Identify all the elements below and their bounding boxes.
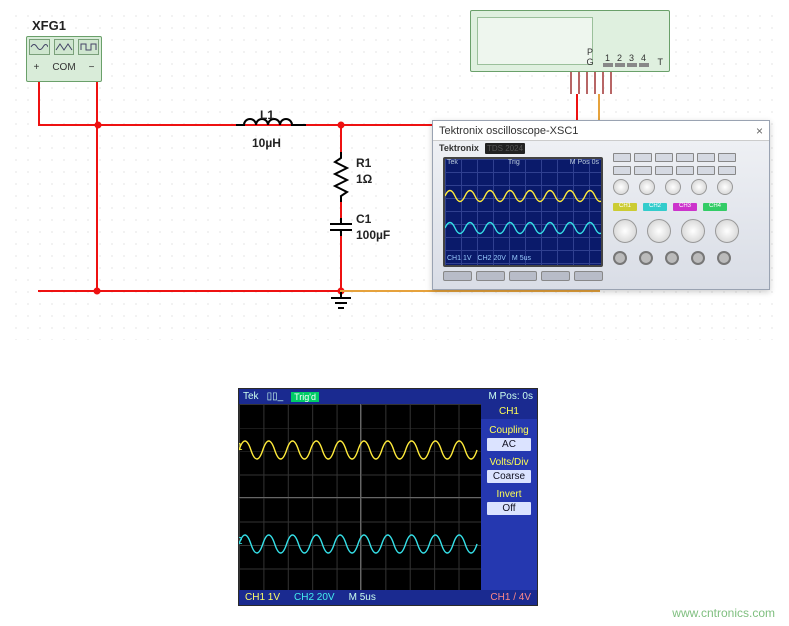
l1-ref: L1 bbox=[260, 108, 274, 122]
xfg1-minus: − bbox=[89, 62, 95, 73]
scope-control-panel[interactable]: CH1 CH2 CH3 CH4 bbox=[613, 153, 763, 283]
r1-ref: R1 bbox=[356, 156, 371, 170]
bnc-ch1[interactable] bbox=[613, 251, 627, 265]
mini-top-tek: Tek bbox=[447, 159, 458, 169]
big-bot-ch2: CH2 20V bbox=[294, 592, 335, 603]
big-top-tek: Tek bbox=[243, 391, 259, 402]
scope-probe-pins bbox=[570, 72, 612, 94]
big-trace-ch1 bbox=[239, 432, 481, 468]
capacitor-c1 bbox=[326, 218, 356, 238]
scope-soft-buttons[interactable] bbox=[443, 271, 603, 285]
position-knob[interactable] bbox=[639, 179, 655, 195]
scope-window-title: Tektronix oscilloscope-XSC1 bbox=[439, 125, 578, 137]
position-knob[interactable] bbox=[665, 179, 681, 195]
bnc-ext[interactable] bbox=[717, 251, 731, 265]
position-knob[interactable] bbox=[717, 179, 733, 195]
scale-knob[interactable] bbox=[681, 219, 705, 243]
scope-device-screen bbox=[477, 17, 593, 65]
wave-sine-icon[interactable] bbox=[29, 39, 50, 55]
wave-triangle-icon[interactable] bbox=[54, 39, 75, 55]
big-trace-ch2 bbox=[239, 526, 481, 562]
position-knob[interactable] bbox=[613, 179, 629, 195]
big-bot-time: M 5us bbox=[349, 592, 376, 603]
wire-node bbox=[338, 122, 345, 129]
big-scope-status-top: Tek ▯▯_ Trig'd M Pos: 0s bbox=[239, 389, 537, 404]
scope-t-label: T bbox=[658, 57, 664, 67]
wire bbox=[38, 82, 40, 124]
xfg1-label: XFG1 bbox=[32, 18, 66, 33]
wire bbox=[340, 236, 342, 252]
bnc-ch4[interactable] bbox=[691, 251, 705, 265]
scope-pg-label: P G bbox=[586, 47, 593, 67]
mini-bot-ch2: CH2 20V bbox=[478, 255, 506, 265]
mini-trace-ch2 bbox=[445, 217, 601, 239]
oscilloscope-screenshot: Tek ▯▯_ Trig'd M Pos: 0s CH1 Coupling AC… bbox=[238, 388, 538, 606]
side-coupling-value[interactable]: AC bbox=[487, 438, 531, 451]
wire bbox=[340, 124, 342, 154]
wire bbox=[96, 124, 98, 292]
position-knob[interactable] bbox=[691, 179, 707, 195]
bnc-ch3[interactable] bbox=[665, 251, 679, 265]
side-invert-value[interactable]: Off bbox=[487, 502, 531, 515]
side-volts-label: Volts/Div bbox=[481, 457, 537, 468]
scale-knob[interactable] bbox=[613, 219, 637, 243]
wire bbox=[306, 124, 434, 126]
side-invert-label: Invert bbox=[481, 489, 537, 500]
r1-value: 1Ω bbox=[356, 172, 372, 186]
close-icon[interactable]: × bbox=[756, 124, 763, 138]
big-top-trigd: Trig'd bbox=[291, 392, 319, 402]
resistor-r1 bbox=[331, 152, 351, 202]
mini-bot-time: M 5us bbox=[512, 255, 531, 265]
schematic-canvas: XFG1 + COM − P G 1234 T bbox=[0, 0, 789, 626]
big-scope-status-bottom: CH1 1V CH2 20V M 5us CH1 / 4V bbox=[239, 590, 537, 605]
wire bbox=[38, 124, 234, 126]
scale-knob[interactable] bbox=[715, 219, 739, 243]
xfg1-plus: + bbox=[33, 62, 39, 73]
wire-node bbox=[94, 288, 101, 295]
big-top-mpos: M Pos: 0s bbox=[489, 391, 533, 402]
mini-top-pos: M Pos 0s bbox=[570, 159, 599, 169]
ground-symbol bbox=[329, 292, 353, 312]
oscilloscope-window[interactable]: Tektronix oscilloscope-XSC1 × Tektronix … bbox=[432, 120, 770, 290]
big-scope-plot: 1 2 bbox=[239, 404, 481, 590]
oscilloscope-device[interactable]: P G 1234 T bbox=[470, 10, 670, 72]
scope-channel-nums: 1234 bbox=[602, 53, 650, 67]
l1-value: 10µH bbox=[252, 136, 281, 150]
big-bot-trig: CH1 / 4V bbox=[490, 592, 531, 603]
mini-top-trig: Trig bbox=[508, 159, 520, 169]
big-bot-ch1: CH1 1V bbox=[245, 592, 280, 603]
probe-wire bbox=[340, 290, 600, 292]
scope-brand: Tektronix bbox=[439, 143, 479, 153]
side-coupling-label: Coupling bbox=[481, 425, 537, 436]
scope-window-titlebar[interactable]: Tektronix oscilloscope-XSC1 × bbox=[433, 121, 769, 141]
xfg1-com: COM bbox=[52, 62, 75, 73]
side-header: CH1 bbox=[481, 404, 537, 419]
scale-knob[interactable] bbox=[647, 219, 671, 243]
bnc-ch2[interactable] bbox=[639, 251, 653, 265]
c1-value: 100µF bbox=[356, 228, 390, 242]
mini-bot-ch1: CH1 1V bbox=[447, 255, 472, 265]
run-stop-icon: ▯▯_ bbox=[267, 391, 284, 402]
c1-ref: C1 bbox=[356, 212, 371, 226]
wire bbox=[340, 250, 342, 292]
scope-mini-display: Tek Trig M Pos 0s CH1 1V CH2 20V M 5us bbox=[443, 157, 603, 267]
watermark: www.cntronics.com bbox=[672, 606, 775, 620]
scope-window-body: Tektronix TDS 2024 Tek Trig M Pos 0s CH1… bbox=[433, 141, 769, 289]
scope-model: TDS 2024 bbox=[485, 143, 525, 154]
function-generator[interactable]: + COM − bbox=[26, 36, 102, 82]
wave-square-icon[interactable] bbox=[78, 39, 99, 55]
mini-trace-ch1 bbox=[445, 185, 601, 207]
big-scope-side-menu[interactable]: CH1 Coupling AC Volts/Div Coarse Invert … bbox=[481, 404, 537, 590]
side-volts-value[interactable]: Coarse bbox=[487, 470, 531, 483]
